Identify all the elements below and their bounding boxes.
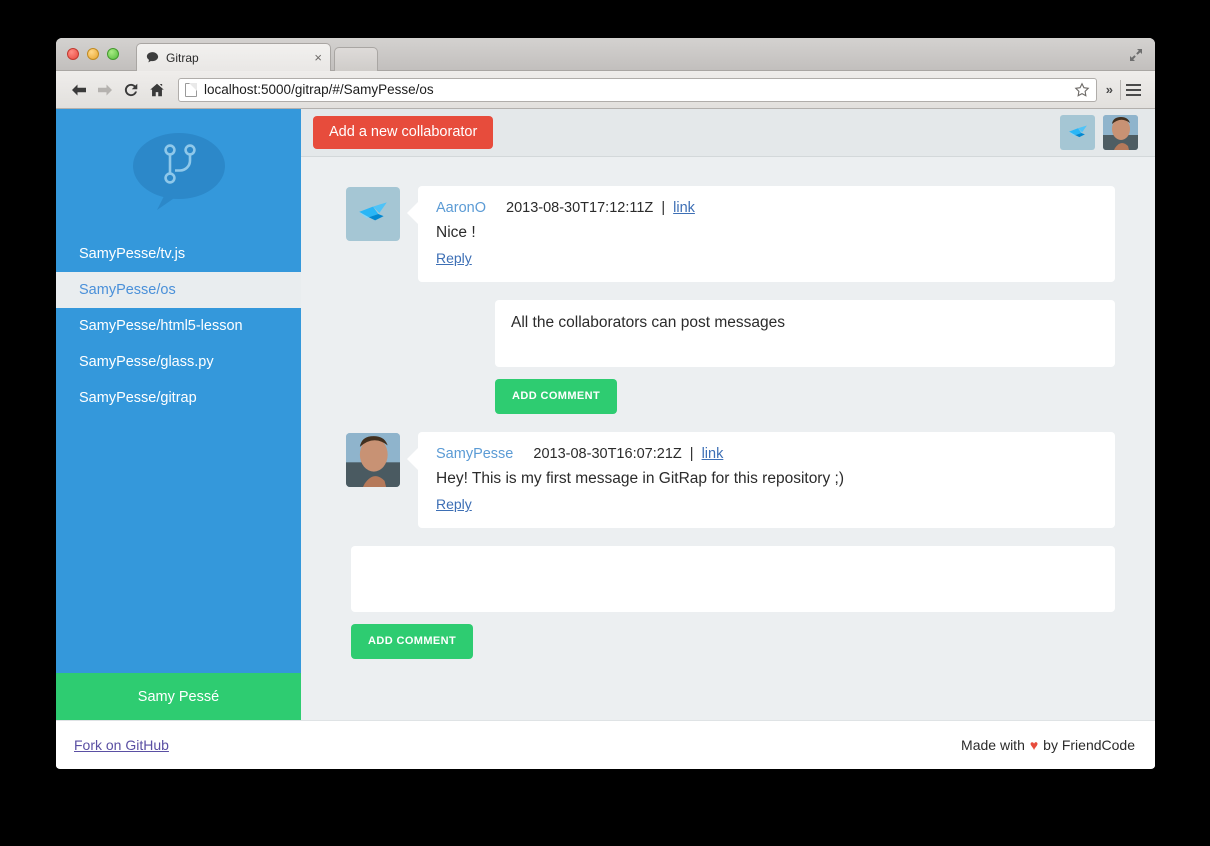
samy-avatar[interactable] [346, 432, 400, 487]
comment-bubble-wrap: AaronO 2013-08-30T17:12:11Z | link Nice … [407, 186, 1115, 283]
meta-separator: | [689, 445, 694, 462]
page-viewport: SamyPesse/tv.js SamyPesse/os SamyPesse/h… [56, 109, 1155, 768]
comment-permalink[interactable]: link [702, 446, 724, 462]
sidebar-item-repo[interactable]: SamyPesse/html5-lesson [56, 308, 301, 344]
gitrap-favicon-icon [145, 51, 159, 65]
reply-link[interactable]: Reply [436, 496, 472, 512]
forward-arrow-icon [92, 77, 118, 103]
device-bezel: Gitrap × localhost:5000/gitrap/#/SamyPes… [0, 0, 1210, 846]
comment-date: 2013-08-30T16:07:21Z [533, 445, 682, 462]
repo-label: SamyPesse/os [79, 282, 176, 298]
overflow-chevrons-icon[interactable]: » [1103, 82, 1120, 97]
comment-bubble: AaronO 2013-08-30T17:12:11Z | link Nice … [418, 186, 1115, 283]
browser-tab[interactable]: Gitrap × [136, 43, 331, 71]
sidebar-user-name: Samy Pessé [137, 688, 220, 705]
comment-author[interactable]: SamyPesse [436, 446, 513, 462]
comment-date: 2013-08-30T17:12:11Z [506, 200, 654, 216]
page-body: SamyPesse/tv.js SamyPesse/os SamyPesse/h… [56, 109, 1155, 720]
comment-author[interactable]: AaronO [436, 200, 486, 216]
minimize-window-button[interactable] [87, 48, 99, 60]
header-avatar-group [1060, 115, 1138, 150]
repo-label: SamyPesse/html5-lesson [79, 318, 243, 334]
add-comment-button[interactable]: ADD COMMENT [351, 624, 474, 660]
reload-arrow-icon[interactable] [118, 77, 144, 103]
tab-title: Gitrap [166, 50, 199, 65]
comment-meta: SamyPesse 2013-08-30T16:07:21Z | link [436, 446, 1097, 462]
page-footer: Fork on GitHub Made with ♥ by FriendCode [56, 720, 1155, 768]
browser-window: Gitrap × localhost:5000/gitrap/#/SamyPes… [56, 38, 1155, 769]
browser-tabstrip: Gitrap × [56, 38, 1155, 71]
sidebar-user-bar[interactable]: Samy Pessé [56, 673, 301, 720]
new-tab-stub[interactable] [334, 47, 378, 71]
crane-avatar[interactable] [346, 187, 400, 241]
crane-avatar[interactable] [1060, 115, 1095, 150]
repo-label: SamyPesse/glass.py [79, 354, 214, 370]
url-text: localhost:5000/gitrap/#/SamyPesse/os [204, 82, 434, 97]
meta-separator: | [661, 200, 666, 216]
star-icon[interactable] [1074, 81, 1090, 98]
comment-bubble-wrap: SamyPesse 2013-08-30T16:07:21Z | link He… [407, 431, 1115, 529]
comment-bubble: SamyPesse 2013-08-30T16:07:21Z | link He… [418, 431, 1115, 529]
home-icon[interactable] [144, 77, 170, 103]
comment-meta: AaronO 2013-08-30T17:12:11Z | link [436, 200, 1097, 216]
reply-link[interactable]: Reply [436, 250, 472, 266]
credit-prefix: Made with [961, 736, 1025, 753]
comment-permalink[interactable]: link [673, 200, 695, 216]
comment-text: Hey! This is my first message in GitRap … [436, 469, 844, 487]
window-controls [67, 48, 119, 60]
sidebar: SamyPesse/tv.js SamyPesse/os SamyPesse/h… [56, 109, 301, 720]
hamburger-menu-icon[interactable] [1121, 78, 1145, 102]
credit-suffix: by FriendCode [1043, 736, 1135, 753]
main-header: Add a new collaborator [301, 109, 1155, 157]
maximize-window-button[interactable] [107, 48, 119, 60]
close-window-button[interactable] [67, 48, 79, 60]
page-document-icon [185, 82, 197, 97]
footer-credit: Made with ♥ by FriendCode [961, 737, 1135, 753]
main-content: Add a new collaborator AaronO 2013-08-30… [301, 109, 1155, 720]
tab-close-icon[interactable]: × [308, 51, 322, 64]
comment-item: SamyPesse 2013-08-30T16:07:21Z | link He… [346, 431, 1115, 529]
gitrap-logo [56, 109, 301, 234]
heart-icon: ♥ [1029, 736, 1039, 753]
comment-stream: AaronO 2013-08-30T17:12:11Z | link Nice … [301, 157, 1155, 720]
repository-list: SamyPesse/tv.js SamyPesse/os SamyPesse/h… [56, 234, 301, 673]
comment-item: AaronO 2013-08-30T17:12:11Z | link Nice … [346, 186, 1115, 283]
add-comment-button[interactable]: ADD COMMENT [495, 378, 618, 414]
repo-label: SamyPesse/tv.js [79, 246, 186, 262]
fullscreen-expand-icon[interactable] [1127, 46, 1145, 64]
new-comment-textarea[interactable] [351, 546, 1115, 613]
add-collaborator-button[interactable]: Add a new collaborator [313, 116, 494, 149]
sidebar-item-repo[interactable]: SamyPesse/gitrap [56, 380, 301, 416]
back-arrow-icon[interactable] [66, 77, 92, 103]
browser-navbar: localhost:5000/gitrap/#/SamyPesse/os » [56, 71, 1155, 109]
samy-avatar[interactable] [1103, 115, 1138, 150]
url-bar[interactable]: localhost:5000/gitrap/#/SamyPesse/os [178, 77, 1097, 102]
reply-composer: ADD COMMENT [495, 300, 1115, 414]
sidebar-item-repo[interactable]: SamyPesse/tv.js [56, 236, 301, 272]
repo-label: SamyPesse/gitrap [79, 390, 197, 406]
sidebar-item-repo-active[interactable]: SamyPesse/os [56, 272, 301, 308]
comment-text: Nice ! [436, 224, 476, 241]
sidebar-item-repo[interactable]: SamyPesse/glass.py [56, 344, 301, 380]
reply-textarea[interactable] [495, 300, 1115, 367]
fork-on-github-link[interactable]: Fork on GitHub [74, 737, 169, 753]
root-composer: ADD COMMENT [351, 546, 1115, 660]
